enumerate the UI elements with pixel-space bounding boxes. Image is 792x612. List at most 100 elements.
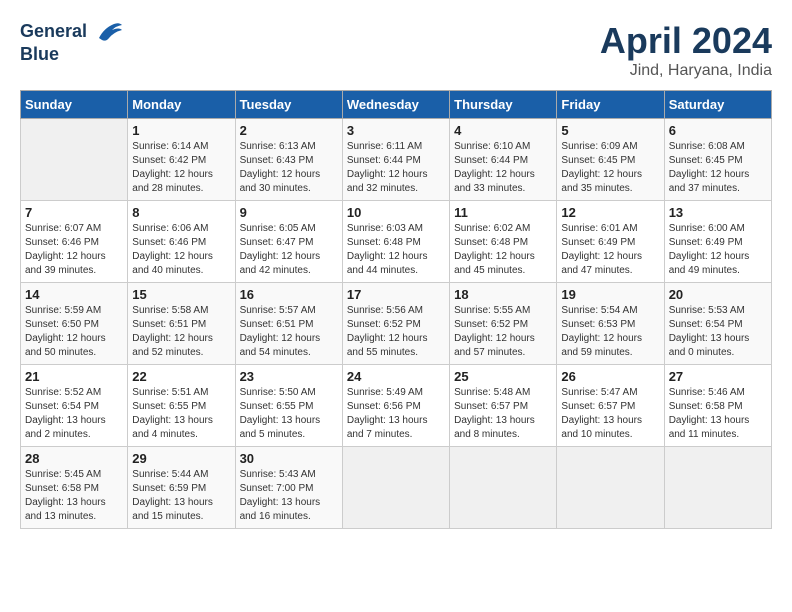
day-number: 17 [347,287,445,302]
day-number: 1 [132,123,230,138]
header-day-monday: Monday [128,91,235,119]
calendar-cell: 13 Sunrise: 6:00 AMSunset: 6:49 PMDayligh… [664,201,771,283]
day-number: 28 [25,451,123,466]
calendar-cell: 4 Sunrise: 6:10 AMSunset: 6:44 PMDaylight… [450,119,557,201]
header-day-tuesday: Tuesday [235,91,342,119]
week-row-5: 28 Sunrise: 5:45 AMSunset: 6:58 PMDayligh… [21,447,772,529]
calendar-cell: 28 Sunrise: 5:45 AMSunset: 6:58 PMDayligh… [21,447,128,529]
week-row-3: 14 Sunrise: 5:59 AMSunset: 6:50 PMDayligh… [21,283,772,365]
logo-line1: General [20,20,124,44]
header-day-wednesday: Wednesday [342,91,449,119]
day-number: 29 [132,451,230,466]
calendar-cell: 21 Sunrise: 5:52 AMSunset: 6:54 PMDayligh… [21,365,128,447]
day-detail: Sunrise: 6:00 AMSunset: 6:49 PMDaylight:… [669,222,767,278]
day-detail: Sunrise: 5:51 AMSunset: 6:55 PMDaylight:… [132,386,230,442]
day-detail: Sunrise: 5:48 AMSunset: 6:57 PMDaylight:… [454,386,552,442]
calendar-cell [450,447,557,529]
calendar-cell: 22 Sunrise: 5:51 AMSunset: 6:55 PMDayligh… [128,365,235,447]
day-detail: Sunrise: 5:58 AMSunset: 6:51 PMDaylight:… [132,304,230,360]
calendar-cell: 12 Sunrise: 6:01 AMSunset: 6:49 PMDayligh… [557,201,664,283]
day-number: 21 [25,369,123,384]
calendar-cell: 19Sunrise: 5:54 AMSunset: 6:53 PMDayligh… [557,283,664,365]
day-detail: Sunrise: 5:53 AMSunset: 6:54 PMDaylight:… [669,304,767,360]
day-detail: Sunrise: 5:57 AMSunset: 6:51 PMDaylight:… [240,304,338,360]
calendar-cell: 2Sunrise: 6:13 AMSunset: 6:43 PMDaylight… [235,119,342,201]
calendar-cell [664,447,771,529]
day-detail: Sunrise: 6:09 AMSunset: 6:45 PMDaylight:… [561,140,659,196]
calendar-cell: 23Sunrise: 5:50 AMSunset: 6:55 PMDayligh… [235,365,342,447]
day-detail: Sunrise: 6:11 AMSunset: 6:44 PMDaylight:… [347,140,445,196]
month-year: April 2024 [600,20,772,62]
day-number: 9 [240,205,338,220]
day-number: 25 [454,369,552,384]
calendar-cell: 1 Sunrise: 6:14 AMSunset: 6:42 PMDaylight… [128,119,235,201]
calendar-cell: 15 Sunrise: 5:58 AMSunset: 6:51 PMDayligh… [128,283,235,365]
header-day-thursday: Thursday [450,91,557,119]
week-row-1: 1 Sunrise: 6:14 AMSunset: 6:42 PMDaylight… [21,119,772,201]
day-detail: Sunrise: 6:14 AMSunset: 6:42 PMDaylight:… [132,140,230,196]
calendar-table: SundayMondayTuesdayWednesdayThursdayFrid… [20,90,772,529]
day-detail: Sunrise: 6:02 AMSunset: 6:48 PMDaylight:… [454,222,552,278]
day-detail: Sunrise: 6:10 AMSunset: 6:44 PMDaylight:… [454,140,552,196]
day-detail: Sunrise: 6:08 AMSunset: 6:45 PMDaylight:… [669,140,767,196]
calendar-cell: 16 Sunrise: 5:57 AMSunset: 6:51 PMDayligh… [235,283,342,365]
calendar-cell: 27 Sunrise: 5:46 AMSunset: 6:58 PMDayligh… [664,365,771,447]
calendar-cell: 20 Sunrise: 5:53 AMSunset: 6:54 PMDayligh… [664,283,771,365]
day-detail: Sunrise: 5:47 AMSunset: 6:57 PMDaylight:… [561,386,659,442]
day-number: 22 [132,369,230,384]
week-row-4: 21 Sunrise: 5:52 AMSunset: 6:54 PMDayligh… [21,365,772,447]
day-detail: Sunrise: 5:44 AMSunset: 6:59 PMDaylight:… [132,468,230,524]
day-detail: Sunrise: 5:52 AMSunset: 6:54 PMDaylight:… [25,386,123,442]
calendar-cell [21,119,128,201]
day-number: 27 [669,369,767,384]
day-number: 14 [25,287,123,302]
calendar-cell: 30 Sunrise: 5:43 AMSunset: 7:00 PMDayligh… [235,447,342,529]
day-detail: Sunrise: 6:03 AMSunset: 6:48 PMDaylight:… [347,222,445,278]
day-number: 10 [347,205,445,220]
calendar-cell: 9 Sunrise: 6:05 AMSunset: 6:47 PMDaylight… [235,201,342,283]
calendar-cell: 7Sunrise: 6:07 AMSunset: 6:46 PMDaylight… [21,201,128,283]
day-number: 8 [132,205,230,220]
day-detail: Sunrise: 5:55 AMSunset: 6:52 PMDaylight:… [454,304,552,360]
day-number: 18 [454,287,552,302]
day-detail: Sunrise: 6:01 AMSunset: 6:49 PMDaylight:… [561,222,659,278]
title-block: April 2024 Jind, Haryana, India [600,20,772,80]
location: Jind, Haryana, India [600,62,772,80]
day-number: 4 [454,123,552,138]
day-number: 16 [240,287,338,302]
calendar-cell: 10 Sunrise: 6:03 AMSunset: 6:48 PMDayligh… [342,201,449,283]
calendar-cell [342,447,449,529]
week-row-2: 7Sunrise: 6:07 AMSunset: 6:46 PMDaylight… [21,201,772,283]
calendar-cell: 24 Sunrise: 5:49 AMSunset: 6:56 PMDayligh… [342,365,449,447]
day-detail: Sunrise: 5:54 AMSunset: 6:53 PMDaylight:… [561,304,659,360]
day-number: 20 [669,287,767,302]
logo: General Blue [20,20,124,66]
day-number: 26 [561,369,659,384]
day-number: 24 [347,369,445,384]
day-number: 11 [454,205,552,220]
day-number: 7 [25,205,123,220]
header-day-friday: Friday [557,91,664,119]
day-detail: Sunrise: 5:46 AMSunset: 6:58 PMDaylight:… [669,386,767,442]
calendar-cell: 6Sunrise: 6:08 AMSunset: 6:45 PMDaylight… [664,119,771,201]
calendar-cell: 25 Sunrise: 5:48 AMSunset: 6:57 PMDayligh… [450,365,557,447]
calendar-cell: 18 Sunrise: 5:55 AMSunset: 6:52 PMDayligh… [450,283,557,365]
day-detail: Sunrise: 5:43 AMSunset: 7:00 PMDaylight:… [240,468,338,524]
day-detail: Sunrise: 5:49 AMSunset: 6:56 PMDaylight:… [347,386,445,442]
calendar-cell: 3Sunrise: 6:11 AMSunset: 6:44 PMDaylight… [342,119,449,201]
day-detail: Sunrise: 6:06 AMSunset: 6:46 PMDaylight:… [132,222,230,278]
day-detail: Sunrise: 6:05 AMSunset: 6:47 PMDaylight:… [240,222,338,278]
day-number: 12 [561,205,659,220]
day-number: 15 [132,287,230,302]
header-row: SundayMondayTuesdayWednesdayThursdayFrid… [21,91,772,119]
calendar-cell: 11 Sunrise: 6:02 AMSunset: 6:48 PMDayligh… [450,201,557,283]
day-detail: Sunrise: 5:45 AMSunset: 6:58 PMDaylight:… [25,468,123,524]
day-number: 30 [240,451,338,466]
calendar-cell: 8 Sunrise: 6:06 AMSunset: 6:46 PMDaylight… [128,201,235,283]
calendar-cell: 17Sunrise: 5:56 AMSunset: 6:52 PMDayligh… [342,283,449,365]
day-number: 23 [240,369,338,384]
day-number: 2 [240,123,338,138]
header-day-sunday: Sunday [21,91,128,119]
day-number: 13 [669,205,767,220]
day-detail: Sunrise: 5:59 AMSunset: 6:50 PMDaylight:… [25,304,123,360]
